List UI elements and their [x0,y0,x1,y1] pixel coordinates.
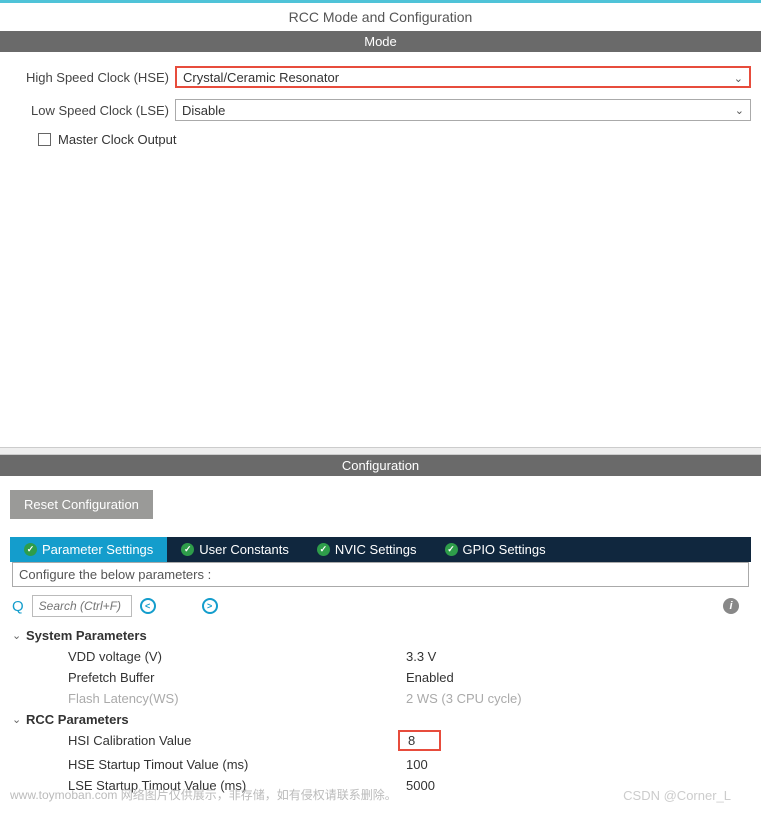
hse-value: Crystal/Ceramic Resonator [183,70,339,85]
tab-user-constants[interactable]: ✓ User Constants [167,537,303,562]
info-icon[interactable]: i [723,598,739,614]
chevron-down-icon: ⌄ [735,104,744,117]
watermark-left: www.toymoban.com 网络图片仅供展示，非存储，如有侵权请联系删除。 [10,786,397,803]
search-input[interactable] [32,595,132,617]
search-icon[interactable]: Q [12,598,24,615]
tab-gpio-settings[interactable]: ✓ GPIO Settings [431,537,560,562]
master-clock-label: Master Clock Output [58,132,177,147]
tree-item[interactable]: VDD voltage (V) 3.3 V [12,646,749,667]
tree-group-rcc[interactable]: ⌄ RCC Parameters [12,709,749,730]
config-subtitle: Configure the below parameters : [12,562,749,587]
nav-prev-button[interactable]: < [140,598,156,614]
lse-select[interactable]: Disable ⌄ [175,99,751,121]
page-title: RCC Mode and Configuration [0,3,761,31]
check-icon: ✓ [181,543,194,556]
hsi-value-highlight: 8 [398,730,441,751]
lse-value: Disable [182,103,225,118]
tree-group-system[interactable]: ⌄ System Parameters [12,625,749,646]
check-icon: ✓ [317,543,330,556]
hse-label: High Speed Clock (HSE) [10,70,175,85]
check-icon: ✓ [445,543,458,556]
chevron-down-icon: ⌄ [734,72,743,85]
mode-header: Mode [0,31,761,52]
chevron-down-icon: ⌄ [12,713,26,726]
reset-config-button[interactable]: Reset Configuration [10,490,153,519]
tab-bar: ✓ Parameter Settings ✓ User Constants ✓ … [10,537,751,562]
master-clock-checkbox[interactable] [38,133,51,146]
tab-parameter-settings[interactable]: ✓ Parameter Settings [10,537,167,562]
chevron-down-icon: ⌄ [12,629,26,642]
parameter-tree: ⌄ System Parameters VDD voltage (V) 3.3 … [10,625,751,796]
lse-label: Low Speed Clock (LSE) [10,103,175,118]
config-header: Configuration [0,455,761,476]
tree-item[interactable]: Prefetch Buffer Enabled [12,667,749,688]
mode-panel: High Speed Clock (HSE) Crystal/Ceramic R… [0,52,761,447]
nav-next-button[interactable]: > [202,598,218,614]
hse-select[interactable]: Crystal/Ceramic Resonator ⌄ [175,66,751,88]
watermark-right: CSDN @Corner_L [623,788,731,803]
tree-item[interactable]: HSE Startup Timout Value (ms) 100 [12,754,749,775]
tree-item[interactable]: HSI Calibration Value 8 [12,730,749,754]
tab-nvic-settings[interactable]: ✓ NVIC Settings [303,537,431,562]
check-icon: ✓ [24,543,37,556]
tree-item: Flash Latency(WS) 2 WS (3 CPU cycle) [12,688,749,709]
